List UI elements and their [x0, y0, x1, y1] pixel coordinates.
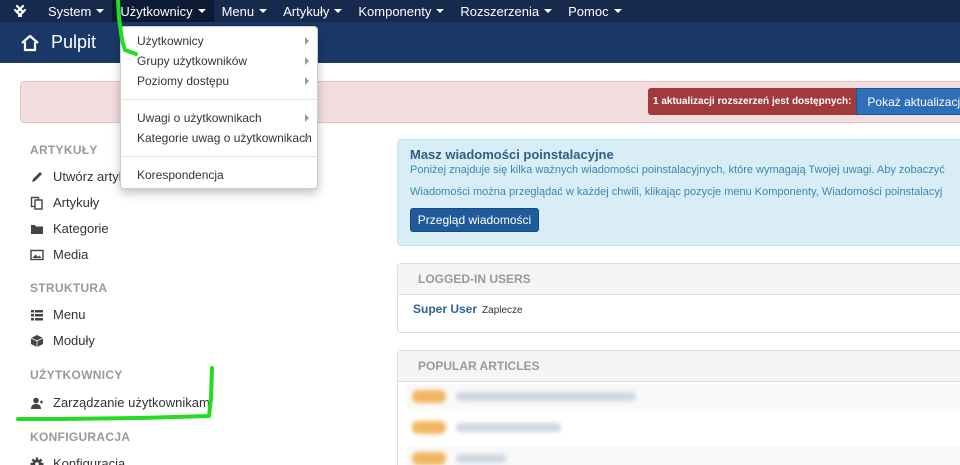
dropdown-item-label: Poziomy dostępu: [137, 74, 230, 88]
dropdown-item-label: Grupy użytkowników: [137, 54, 248, 68]
sidebar-item-user-manager[interactable]: Zarządzanie użytkownikami: [30, 395, 213, 410]
postinstall-messages-panel: Masz wiadomości poinstalacyjne Poniżej z…: [397, 139, 960, 246]
dropdown-item-user-notes[interactable]: Uwagi o użytkownikach: [121, 109, 317, 127]
postinstall-text-secondary: Wiadomości można przeglądać w każdej chw…: [410, 186, 943, 198]
nav-menu-articles[interactable]: Artykuły: [275, 0, 350, 22]
sidebar-item-categories[interactable]: Kategorie: [30, 221, 109, 236]
dropdown-item-label: Kategorie uwag o użytkownikach: [137, 131, 312, 145]
nav-label: Pomoc: [568, 3, 609, 19]
postinstall-title: Masz wiadomości poinstalacyjne: [410, 147, 614, 162]
sidebar-heading-configuration: KONFIGURACJA: [30, 430, 131, 444]
update-notice: 1 aktualizacji rozszerzeń jest dostępnyc…: [648, 88, 960, 115]
blurred-article-title: [456, 392, 636, 401]
top-navbar: System Użytkownicy Menu Artykuły Kompone…: [0, 0, 960, 22]
joomla-logo-icon[interactable]: [0, 0, 40, 22]
nav-label: Menu: [221, 3, 255, 19]
nav-menu-users[interactable]: Użytkownicy: [112, 0, 214, 22]
caret-down-icon: [436, 9, 445, 13]
dropdown-item-access-levels[interactable]: Poziomy dostępu: [121, 72, 317, 90]
nav-label: Rozszerzenia: [460, 3, 540, 19]
sidebar-heading-structure: STRUKTURA: [30, 281, 108, 295]
sidebar-heading-articles: ARTYKUŁY: [30, 143, 98, 157]
sidebar-heading-users: UŻYTKOWNICY: [30, 368, 123, 382]
popular-articles-panel: POPULAR ARTICLES: [397, 350, 960, 465]
dropdown-item-user-groups[interactable]: Grupy użytkowników: [121, 52, 317, 70]
update-count-text: 1 aktualizacji rozszerzeń jest dostępnyc…: [648, 88, 857, 115]
sidebar-item-label: Kategorie: [53, 221, 109, 236]
sidebar-item-label: Menu: [53, 307, 86, 322]
dropdown-item-label: Uwagi o użytkownikach: [137, 111, 262, 125]
caret-down-icon: [259, 9, 268, 13]
page-title: Pulpit: [51, 32, 97, 52]
sidebar-item-configuration[interactable]: Konfiguracja: [30, 456, 125, 465]
caret-right-icon: [305, 77, 309, 85]
popular-articles-title: POPULAR ARTICLES: [398, 351, 960, 382]
nav-menu-menu[interactable]: Menu: [214, 0, 276, 22]
copy-icon: [30, 196, 43, 210]
nav-label: System: [48, 3, 92, 19]
sidebar-item-label: Artykuły: [53, 195, 100, 210]
dropdown-divider: [122, 99, 318, 100]
list-item[interactable]: [407, 384, 960, 409]
dropdown-item-users[interactable]: Użytkownicy: [121, 32, 317, 50]
dropdown-item-label: Użytkownicy: [137, 34, 204, 48]
caret-down-icon: [613, 9, 622, 13]
caret-down-icon: [544, 9, 553, 13]
list-item[interactable]: [407, 446, 960, 465]
user-icon: [31, 397, 43, 409]
nav-menu-components[interactable]: Komponenty: [350, 0, 452, 22]
hits-badge: [412, 421, 446, 434]
blurred-article-title: [456, 423, 561, 432]
nav-label: Użytkownicy: [120, 3, 193, 19]
caret-down-icon: [96, 9, 105, 13]
show-updates-button[interactable]: Pokaż aktualizacje: [856, 88, 960, 115]
cube-icon: [30, 334, 44, 347]
pencil-icon: [32, 171, 42, 182]
hits-badge: [412, 452, 446, 465]
home-icon: [21, 34, 39, 51]
sidebar-item-label: Media: [53, 247, 89, 262]
image-icon: [30, 249, 44, 260]
folder-icon: [31, 224, 43, 234]
sidebar-item-modules[interactable]: Moduły: [30, 333, 95, 348]
dropdown-item-user-note-categories[interactable]: Kategorie uwag o użytkownikach: [121, 129, 317, 147]
sidebar-item-label: Moduły: [53, 333, 95, 348]
logged-in-users-title: LOGGED-IN USERS: [398, 264, 960, 295]
dropdown-divider: [122, 156, 318, 157]
sidebar-item-menu[interactable]: Menu: [30, 307, 86, 322]
sidebar-item-articles[interactable]: Artykuły: [30, 195, 99, 210]
dropdown-item-label: Korespondencja: [137, 168, 224, 182]
caret-right-icon: [305, 134, 309, 142]
nav-menu-help[interactable]: Pomoc: [560, 0, 629, 22]
hits-badge: [412, 390, 446, 403]
users-dropdown-menu: Użytkownicy Grupy użytkowników Poziomy d…: [120, 26, 318, 189]
logged-user-row: Super User Zaplecze: [413, 302, 523, 316]
sidebar-item-label: Zarządzanie użytkownikami: [53, 395, 213, 410]
logged-user-location: Zaplecze: [482, 305, 523, 316]
nav-label: Artykuły: [283, 3, 330, 19]
caret-right-icon: [305, 114, 309, 122]
nav-menu-system[interactable]: System: [40, 0, 112, 22]
sidebar-item-label: Konfiguracja: [53, 456, 126, 465]
dropdown-item-mass-mail[interactable]: Korespondencja: [121, 166, 317, 184]
blurred-article-title: [456, 454, 506, 463]
logged-in-users-panel: LOGGED-IN USERS Super User Zaplecze: [397, 263, 960, 333]
list-icon: [31, 309, 43, 320]
logged-user-name[interactable]: Super User: [413, 302, 477, 316]
nav-menu-extensions[interactable]: Rozszerzenia: [452, 0, 560, 22]
gear-icon: [30, 457, 44, 465]
list-item[interactable]: [407, 415, 960, 440]
caret-right-icon: [305, 57, 309, 65]
caret-down-icon: [197, 9, 206, 13]
postinstall-text: Poniżej znajduje się kilka ważnych wiado…: [410, 164, 945, 176]
nav-label: Komponenty: [358, 3, 432, 19]
sidebar-item-media[interactable]: Media: [30, 247, 88, 262]
caret-down-icon: [334, 9, 343, 13]
caret-right-icon: [305, 37, 309, 45]
review-messages-button[interactable]: Przegląd wiadomości: [410, 208, 539, 232]
